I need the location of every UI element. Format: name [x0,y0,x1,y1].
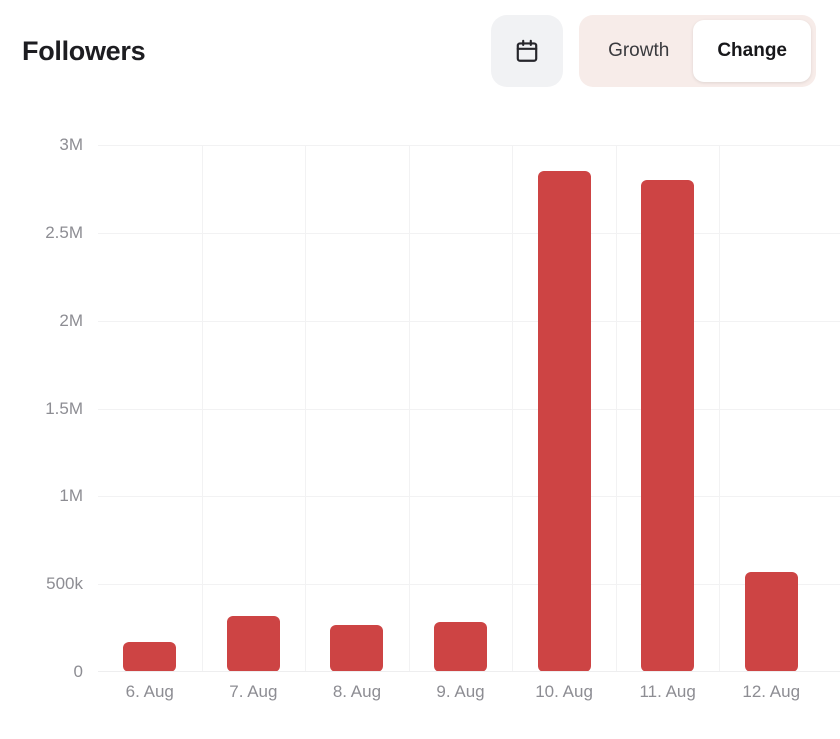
x-axis-tick-label: 9. Aug [436,682,485,701]
y-axis-tick-label: 1.5M [45,398,83,418]
y-axis: 3M 2.5M 2M 1.5M 1M 500k 0 [0,110,95,681]
x-axis-tick-label: 7. Aug [229,682,278,701]
chart-area: 3M 2.5M 2M 1.5M 1M 500k 0 6. Aug 7. Aug 8. Aug 9.… [0,110,840,730]
x-axis-tick-label: 11. Aug [639,682,696,701]
date-range-button[interactable] [491,15,564,87]
y-axis-tick-label: 0 [73,662,83,681]
card-header: Followers Growth Change [0,0,840,102]
x-axis-tick-label: 6. Aug [125,682,174,701]
y-axis-tick-label: 3M [59,135,83,154]
toggle-option-change[interactable]: Change [693,20,811,82]
bar[interactable] [123,642,177,672]
x-axis-tick-label: 10. Aug [535,682,593,701]
followers-chart-card: Followers Growth Change 3M 2.5M 2M 1.5M … [0,0,840,739]
plot-area [98,145,840,672]
bar[interactable] [226,615,280,672]
bar-series [98,145,823,672]
bar[interactable] [330,625,384,672]
bar[interactable] [537,171,591,672]
bar[interactable] [641,180,695,672]
x-axis-tick-label: 8. Aug [332,682,382,701]
y-axis-tick-label: 1M [59,486,83,506]
bar[interactable] [434,621,487,672]
x-axis: 6. Aug 7. Aug 8. Aug 9. Aug 10. Aug 11. Aug 12… [98,682,823,716]
toggle-option-growth[interactable]: Growth [584,20,693,82]
page-title: Followers [22,35,146,66]
y-axis-tick-label: 500k [46,574,83,594]
calendar-icon [514,38,540,64]
header-controls: Growth Change [491,15,816,87]
y-axis-tick-label: 2M [59,310,83,330]
y-axis-tick-label: 2.5M [45,222,83,242]
metric-toggle-group[interactable]: Growth Change [579,15,816,87]
bar[interactable] [744,571,798,672]
axis-baseline [98,671,840,672]
x-axis-tick-label: 12. Aug [742,682,801,701]
